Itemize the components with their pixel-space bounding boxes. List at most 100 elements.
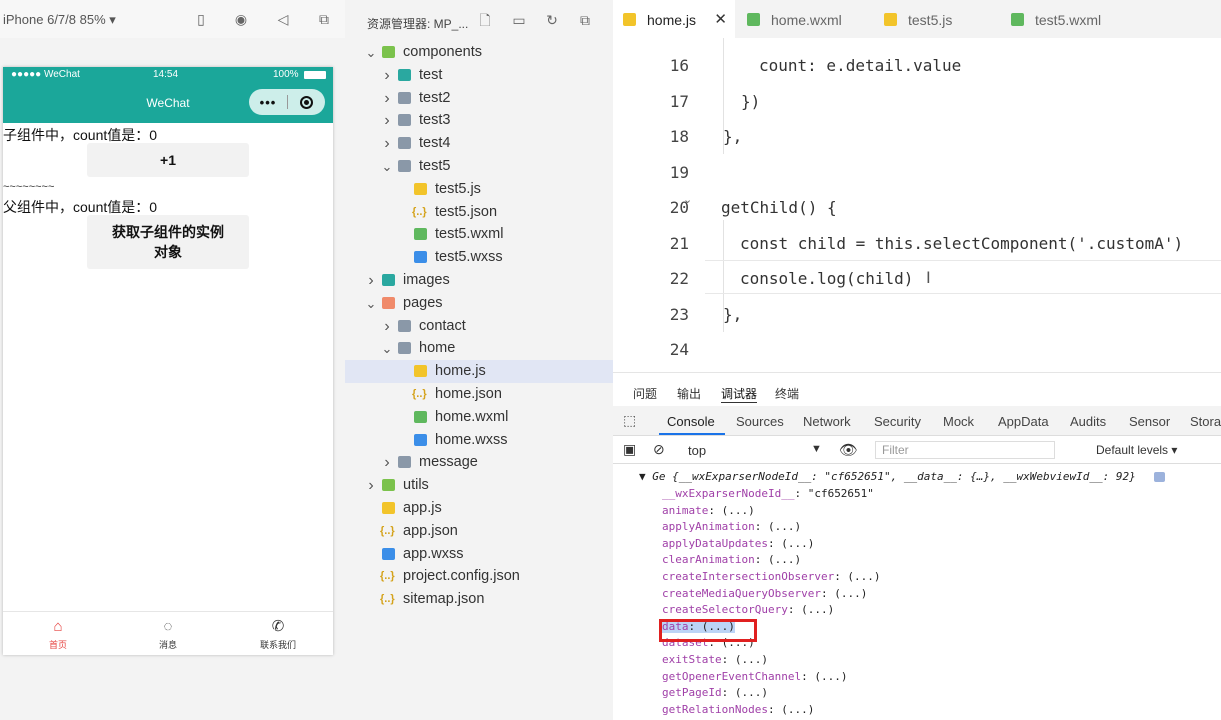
window-icon[interactable]: ⧉ xyxy=(316,11,332,27)
panel-tab-problems[interactable]: 问题 xyxy=(633,385,657,402)
clear-console-icon[interactable]: ⊘ xyxy=(653,441,665,458)
tree-item[interactable]: {..} sitemap.json xyxy=(345,588,613,611)
tree-item[interactable]: test5.wxml xyxy=(345,223,613,246)
tree-item[interactable]: › test3 xyxy=(345,109,613,132)
devtab-audits[interactable]: Audits xyxy=(1070,414,1106,429)
chevron-right-icon[interactable]: › xyxy=(365,474,377,497)
code-line[interactable]: const child = this.selectComponent('.cus… xyxy=(740,234,1183,253)
code-line[interactable]: count: e.detail.value xyxy=(759,56,961,75)
chevron-down-icon[interactable]: ⌄ xyxy=(381,155,393,178)
menu-capsule[interactable]: ••• xyxy=(249,89,325,115)
console-property[interactable]: createSelectorQuery: (...) xyxy=(662,603,834,616)
chevron-down-icon[interactable]: ⌄ xyxy=(365,41,377,64)
chevron-right-icon[interactable]: › xyxy=(381,109,393,132)
more-icon[interactable]: ••• xyxy=(249,95,287,110)
chevron-right-icon[interactable]: › xyxy=(381,132,393,155)
devtab-mock[interactable]: Mock xyxy=(943,414,974,429)
tree-item[interactable]: › utils xyxy=(345,474,613,497)
tab-home-wxml[interactable]: home.wxml xyxy=(737,0,871,38)
chevron-down-icon[interactable]: ⌄ xyxy=(365,292,377,315)
console-property[interactable]: exitState: (...) xyxy=(662,653,768,666)
object-summary[interactable]: ▼ Ge {__wxExparserNodeId__: "cf652651", … xyxy=(639,470,1136,483)
tree-item[interactable]: {..} test5.json xyxy=(345,201,613,224)
tree-item[interactable]: app.js xyxy=(345,497,613,520)
tab-message[interactable]: ◌ 消息 xyxy=(138,618,198,651)
chevron-right-icon[interactable]: › xyxy=(365,269,377,292)
new-file-icon[interactable]: 🗋 xyxy=(477,12,493,28)
console-property[interactable]: getRelationNodes: (...) xyxy=(662,703,814,716)
devtab-network[interactable]: Network xyxy=(803,414,851,429)
tree-item[interactable]: {..} home.json xyxy=(345,383,613,406)
panel-tab-debugger[interactable]: 调试器 xyxy=(721,385,758,403)
tree-item[interactable]: home.js xyxy=(345,360,613,384)
tree-item[interactable]: test5.wxss xyxy=(345,246,613,269)
code-line[interactable]: getChild() { xyxy=(721,198,837,217)
console-property[interactable]: applyDataUpdates: (...) xyxy=(662,537,814,550)
collapse-icon[interactable]: ⧉ xyxy=(577,12,593,28)
console-property[interactable]: animate: (...) xyxy=(662,504,755,517)
tree-item[interactable]: test5.js xyxy=(345,178,613,201)
tab-home[interactable]: ⌂ 首页 xyxy=(28,618,88,651)
tab-contact[interactable]: ✆ 联系我们 xyxy=(248,618,308,651)
panel-tab-output[interactable]: 输出 xyxy=(677,385,701,402)
new-folder-icon[interactable]: ▭ xyxy=(511,12,527,28)
chevron-right-icon[interactable]: › xyxy=(381,64,393,87)
console-output[interactable]: ▼ Ge {__wxExparserNodeId__: "cf652651", … xyxy=(613,464,1221,720)
console-property[interactable]: __wxExparserNodeId__: "cf652651" xyxy=(662,487,874,500)
panel-tab-terminal[interactable]: 终端 xyxy=(775,385,799,402)
devtab-console[interactable]: Console xyxy=(667,414,715,429)
plus-one-button[interactable]: +1 xyxy=(87,143,249,177)
devtab-sensor[interactable]: Sensor xyxy=(1129,414,1170,429)
chevron-right-icon[interactable]: › xyxy=(381,451,393,474)
phone-icon[interactable]: ▯ xyxy=(193,11,209,27)
devtab-appdata[interactable]: AppData xyxy=(998,414,1049,429)
tab-test5-js[interactable]: test5.js xyxy=(874,0,1000,38)
console-property[interactable]: createMediaQueryObserver: (...) xyxy=(662,587,867,600)
code-line[interactable]: }) xyxy=(741,92,760,111)
code-line[interactable]: }, xyxy=(723,127,742,146)
tree-item[interactable]: ⌄ pages xyxy=(345,292,613,315)
tree-item[interactable]: {..} project.config.json xyxy=(345,565,613,588)
close-icon[interactable]: ✕ xyxy=(714,0,727,40)
tree-item[interactable]: › test4 xyxy=(345,132,613,155)
get-child-instance-button[interactable]: 获取子组件的实例 对象 xyxy=(87,215,249,269)
tree-item[interactable]: ⌄ test5 xyxy=(345,155,613,178)
refresh-icon[interactable]: ↻ xyxy=(544,12,560,28)
tree-item[interactable]: ⌄ home xyxy=(345,337,613,360)
console-property[interactable]: getOpenerEventChannel: (...) xyxy=(662,670,847,683)
tree-item[interactable]: › contact xyxy=(345,315,613,338)
console-property[interactable]: applyAnimation: (...) xyxy=(662,520,801,533)
console-property[interactable]: getPageId: (...) xyxy=(662,686,768,699)
chevron-right-icon[interactable]: › xyxy=(381,87,393,110)
chevron-right-icon[interactable]: › xyxy=(381,315,393,338)
devtab-sources[interactable]: Sources xyxy=(736,414,784,429)
console-property[interactable]: clearAnimation: (...) xyxy=(662,553,801,566)
tree-item[interactable]: {..} app.json xyxy=(345,520,613,543)
levels-select[interactable]: Default levels ▾ xyxy=(1096,443,1177,457)
volume-icon[interactable]: ◁ xyxy=(275,11,291,27)
tree-item[interactable]: home.wxss xyxy=(345,429,613,452)
filter-input[interactable]: Filter xyxy=(875,441,1055,459)
tree-item[interactable]: › test xyxy=(345,64,613,87)
chevron-down-icon[interactable]: ⌄ xyxy=(381,337,393,360)
chevron-down-icon[interactable]: ▼ xyxy=(811,443,822,455)
tree-item[interactable]: › test2 xyxy=(345,87,613,110)
code-line[interactable]: console.log(child) xyxy=(740,269,913,288)
close-mini-program-icon[interactable] xyxy=(288,95,325,109)
console-property[interactable]: createIntersectionObserver: (...) xyxy=(662,570,881,583)
devtab-security[interactable]: Security xyxy=(874,414,921,429)
tree-item[interactable]: home.wxml xyxy=(345,406,613,429)
tree-item[interactable]: ⌄ components xyxy=(345,41,613,64)
context-select[interactable]: top xyxy=(688,443,706,458)
tree-item[interactable]: app.wxss xyxy=(345,543,613,566)
tab-test5-wxml[interactable]: test5.wxml xyxy=(1001,0,1131,38)
tree-item[interactable]: › images xyxy=(345,269,613,292)
record-icon[interactable]: ◉ xyxy=(233,11,249,27)
sidebar-toggle-icon[interactable]: ▣ xyxy=(623,441,636,458)
code-line[interactable]: }, xyxy=(723,305,742,324)
eye-icon[interactable]: 👁 xyxy=(839,441,858,459)
inspect-icon[interactable]: ⬚ xyxy=(623,412,636,429)
tree-item[interactable]: › message xyxy=(345,451,613,474)
devtab-storage[interactable]: Storag xyxy=(1190,414,1221,429)
tab-home-js[interactable]: home.js ✕ xyxy=(613,0,735,38)
